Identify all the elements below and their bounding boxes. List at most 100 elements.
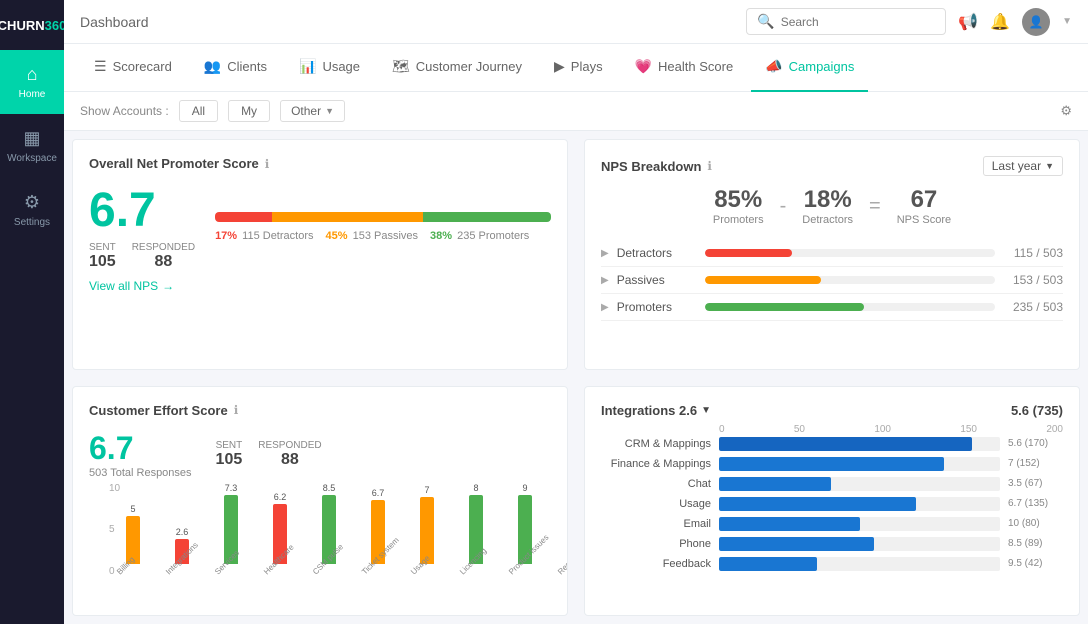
search-box[interactable]: 🔍 xyxy=(746,8,946,35)
breakdown-row: ▶ Promoters 235 / 503 xyxy=(601,294,1063,321)
ces-overall-score: 6.7 xyxy=(89,430,192,467)
ces-info-icon[interactable]: ℹ xyxy=(234,403,239,417)
breakdown-row: ▶ Passives 153 / 503 xyxy=(601,267,1063,294)
nps-breakdown-period[interactable]: Last year ▼ xyxy=(983,156,1063,176)
filter-bar: Show Accounts : All My Other ▼ ⚙ xyxy=(64,92,1088,131)
tab-usage[interactable]: 📊 Usage xyxy=(285,44,374,92)
tab-clients-label: Clients xyxy=(227,59,267,74)
row-chevron-icon[interactable]: ▶ xyxy=(601,302,609,313)
nps-info-icon[interactable]: ℹ xyxy=(265,157,270,171)
minus-operator: - xyxy=(780,195,787,218)
tab-navigation: ☰ Scorecard 👥 Clients 📊 Usage 🗺 Customer… xyxy=(64,44,1088,92)
horiz-axis: 0 50 100 150 200 xyxy=(601,424,1063,435)
breakdown-count: 235 / 503 xyxy=(1003,300,1063,314)
integrations-title: Integrations 2.6 xyxy=(601,403,697,418)
filter-my-btn[interactable]: My xyxy=(228,100,270,122)
filter-settings-icon[interactable]: ⚙ xyxy=(1060,103,1072,119)
view-all-nps[interactable]: View all NPS → xyxy=(89,279,551,293)
avatar[interactable]: 👤 xyxy=(1022,8,1050,36)
integrations-rows-container: CRM & Mappings 5.6 (170) Finance & Mappi… xyxy=(601,437,1063,571)
horiz-bar-value: 3.5 (67) xyxy=(1008,478,1063,489)
tab-customer-journey[interactable]: 🗺 Customer Journey xyxy=(378,44,536,92)
breakdown-row-label: Passives xyxy=(617,273,697,287)
topbar-icons: 📢 🔔 👤 ▼ xyxy=(958,8,1072,36)
horiz-bar-fill xyxy=(719,437,972,451)
horiz-bar-label: Chat xyxy=(601,478,711,490)
bar-group: 9 Product issues xyxy=(503,483,547,579)
chevron-down-icon[interactable]: ▼ xyxy=(1062,16,1072,27)
bar-fill[interactable] xyxy=(567,501,568,564)
filter-label: Show Accounts : xyxy=(80,104,169,118)
filter-other-select[interactable]: Other ▼ xyxy=(280,100,345,122)
settings-icon: ⚙ xyxy=(24,192,40,213)
tab-plays-label: Plays xyxy=(571,59,603,74)
horiz-bar-label: Finance & Mappings xyxy=(601,458,711,470)
search-input[interactable] xyxy=(781,15,931,29)
horiz-bar-fill xyxy=(719,557,817,571)
bar-value: 7 xyxy=(424,485,429,495)
horiz-bar-value: 10 (80) xyxy=(1008,518,1063,529)
ces-card-header: Customer Effort Score ℹ xyxy=(89,403,551,418)
ces-sent: SENT 105 xyxy=(216,440,243,469)
sidebar-item-settings[interactable]: ⚙ Settings xyxy=(0,178,64,242)
search-icon: 🔍 xyxy=(757,13,774,30)
clients-icon: 👥 xyxy=(204,58,221,75)
horiz-bar-track xyxy=(719,477,1000,491)
sidebar-item-settings-label: Settings xyxy=(14,217,50,228)
tab-campaigns[interactable]: 📣 Campaigns xyxy=(751,44,868,92)
topbar: Dashboard 🔍 📢 🔔 👤 ▼ xyxy=(64,0,1088,44)
breakdown-row: ▶ Detractors 115 / 503 xyxy=(601,240,1063,267)
y-axis-mid: 5 xyxy=(109,524,120,535)
nps-card: Overall Net Promoter Score ℹ 6.7 SENT 10… xyxy=(72,139,568,370)
breakdown-row-label: Detractors xyxy=(617,246,697,260)
horiz-bar-row: Chat 3.5 (67) xyxy=(601,477,1063,491)
horiz-bar-label: Feedback xyxy=(601,558,711,570)
journey-icon: 🗺 xyxy=(392,58,410,75)
horiz-bar-fill xyxy=(719,477,831,491)
filter-all-btn[interactable]: All xyxy=(179,100,218,122)
sidebar-item-home[interactable]: ⌂ Home xyxy=(0,50,64,114)
tab-clients[interactable]: 👥 Clients xyxy=(190,44,281,92)
equals-operator: = xyxy=(869,195,881,218)
nps-breakdown-info-icon[interactable]: ℹ xyxy=(707,159,712,173)
page-title: Dashboard xyxy=(80,14,734,30)
tab-scorecard[interactable]: ☰ Scorecard xyxy=(80,44,186,92)
tab-plays[interactable]: ▶ Plays xyxy=(540,44,617,92)
bar-value: 8 xyxy=(473,483,478,493)
horiz-bar-fill xyxy=(719,517,860,531)
horiz-bar-label: Usage xyxy=(601,498,711,510)
breakdown-bar-track xyxy=(705,303,995,311)
content-grid: Overall Net Promoter Score ℹ 6.7 SENT 10… xyxy=(64,131,1088,624)
integrations-overall-score: 5.6 (735) xyxy=(1011,403,1063,418)
broadcast-icon[interactable]: 📢 xyxy=(958,12,978,32)
horiz-bar-value: 7 (152) xyxy=(1008,458,1063,469)
integrations-selector[interactable]: Integrations 2.6 ▼ xyxy=(601,403,711,418)
bell-icon[interactable]: 🔔 xyxy=(990,12,1010,32)
logo-text: CHURN360 xyxy=(0,18,66,33)
horiz-bar-value: 5.6 (170) xyxy=(1008,438,1063,449)
ces-total: 503 Total Responses xyxy=(89,467,192,479)
horiz-bar-row: CRM & Mappings 5.6 (170) xyxy=(601,437,1063,451)
integrations-card: Integrations 2.6 ▼ 5.6 (735) 0 50 100 15… xyxy=(584,386,1080,617)
period-chevron-icon: ▼ xyxy=(1045,161,1054,171)
breakdown-count: 153 / 503 xyxy=(1003,273,1063,287)
horiz-bar-value: 8.5 (89) xyxy=(1008,538,1063,549)
breakdown-count: 115 / 503 xyxy=(1003,246,1063,260)
horiz-bar-fill xyxy=(719,497,916,511)
row-chevron-icon[interactable]: ▶ xyxy=(601,248,609,259)
bar-group: 6.2 Healthcare xyxy=(258,483,302,579)
bar-value: 6.2 xyxy=(274,492,287,502)
breakdown-row-label: Promoters xyxy=(617,300,697,314)
sidebar-item-workspace[interactable]: ▦ Workspace xyxy=(0,114,64,178)
bar-group: 7 Usage xyxy=(405,483,449,579)
horiz-bar-track xyxy=(719,457,1000,471)
bar-group: 2.6 Integrations xyxy=(160,483,204,579)
nps-detractors-legend: 17% 115 Detractors xyxy=(215,230,313,242)
nps-promoters-pct: 85% Promoters xyxy=(713,186,764,226)
scorecard-icon: ☰ xyxy=(94,58,107,75)
tab-health-score[interactable]: 💗 Health Score xyxy=(621,44,748,92)
horiz-bar-track xyxy=(719,497,1000,511)
campaigns-icon: 📣 xyxy=(765,58,782,75)
bar-group: 8 Licencing xyxy=(454,483,498,579)
row-chevron-icon[interactable]: ▶ xyxy=(601,275,609,286)
